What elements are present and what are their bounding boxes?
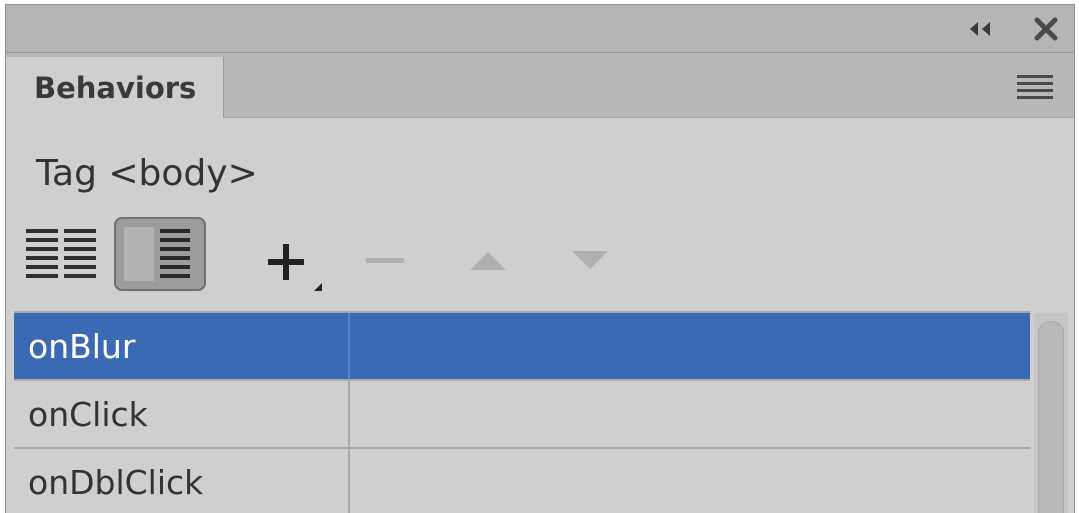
selected-tag-label: Tag <body>: [36, 153, 258, 194]
event-action[interactable]: [350, 449, 1030, 513]
list-columns-icon: [26, 229, 96, 278]
panel-tabbar: Behaviors: [6, 53, 1074, 118]
triangle-up-icon: [470, 252, 506, 270]
show-all-events-button[interactable]: [114, 217, 206, 291]
double-chevron-left-icon: [970, 22, 990, 36]
event-action[interactable]: [350, 381, 1030, 447]
event-name: onClick: [14, 381, 350, 447]
hamburger-menu-icon: [1017, 75, 1053, 99]
events-scrollbar[interactable]: [1034, 313, 1068, 513]
panel-menu-button[interactable]: [1012, 71, 1058, 105]
tab-behaviors-label: Behaviors: [34, 70, 197, 105]
collapse-panel-button[interactable]: [960, 15, 1000, 43]
close-panel-button[interactable]: [1028, 15, 1064, 43]
event-row[interactable]: onClick: [14, 381, 1030, 449]
event-row[interactable]: onBlur: [14, 313, 1030, 381]
close-icon: [1034, 17, 1058, 41]
move-event-up-button[interactable]: [462, 241, 514, 281]
event-action[interactable]: [350, 313, 1030, 379]
minus-icon: [366, 258, 404, 263]
remove-behavior-button[interactable]: [362, 241, 408, 281]
move-event-down-button[interactable]: [564, 241, 616, 281]
plus-icon: [268, 244, 322, 291]
events-list: onBlur onClick onDblClick: [14, 311, 1030, 513]
show-set-events-button[interactable]: [24, 223, 98, 287]
behaviors-panel: Behaviors Tag <body> onBlur onClick onDb…: [5, 4, 1075, 513]
list-detail-icon: [124, 227, 190, 281]
add-behavior-button[interactable]: [258, 233, 330, 295]
event-row[interactable]: onDblClick: [14, 449, 1030, 513]
panel-titlebar: [6, 5, 1074, 53]
scrollbar-thumb[interactable]: [1038, 321, 1064, 513]
event-name: onBlur: [14, 313, 350, 379]
event-name: onDblClick: [14, 449, 350, 513]
triangle-down-icon: [572, 251, 608, 269]
tab-behaviors[interactable]: Behaviors: [6, 57, 224, 118]
